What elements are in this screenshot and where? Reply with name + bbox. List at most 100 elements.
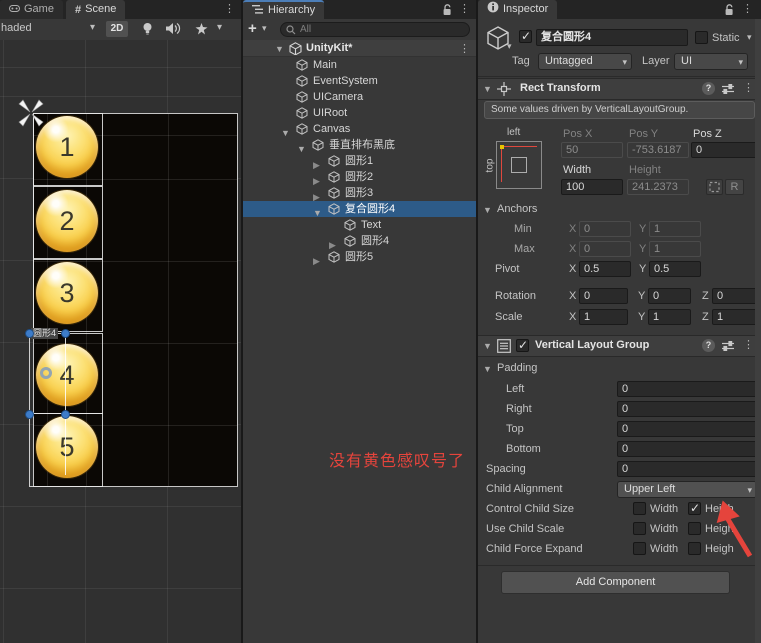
inspector-menu-icon[interactable]: ⋮: [742, 0, 753, 19]
rotation-z-field[interactable]: 0: [712, 288, 757, 304]
gameobject-icon-caret[interactable]: ▾: [507, 41, 512, 52]
vlg-foldout-icon[interactable]: ▼: [483, 341, 492, 351]
hierarchy-item-圆形3[interactable]: ▶ 圆形3: [243, 185, 476, 202]
hierarchy-item-圆形5[interactable]: ▶ 圆形5: [243, 249, 476, 266]
hierarchy-item-圆形1[interactable]: ▶ 圆形1: [243, 153, 476, 170]
anchor-dot[interactable]: [61, 410, 70, 419]
anchor-dot[interactable]: [25, 329, 34, 338]
tag-dropdown[interactable]: Untagged ▾: [538, 53, 632, 70]
rect-transform-foldout-icon[interactable]: ▼: [483, 84, 492, 94]
width-field[interactable]: 100: [561, 179, 623, 195]
tab-inspector[interactable]: Inspector: [478, 0, 558, 19]
inspector-lock-icon[interactable]: [724, 4, 735, 16]
raw-edit-button[interactable]: R: [725, 179, 744, 195]
child-alignment-dropdown[interactable]: Upper Left ▾: [617, 481, 757, 498]
effects-icon[interactable]: [194, 22, 209, 36]
rotation-x-field[interactable]: 0: [579, 288, 628, 304]
padding-right-field[interactable]: 0: [617, 401, 757, 417]
scale-z-field[interactable]: 1: [712, 309, 757, 325]
padding-bottom-field[interactable]: 0: [617, 441, 757, 457]
scene-viewport[interactable]: 1 2 3 4 5 圆形4: [0, 40, 241, 643]
width-checkbox[interactable]: [633, 502, 646, 515]
padding-foldout-icon[interactable]: ▼: [483, 364, 492, 374]
padding-left-field[interactable]: 0: [617, 381, 757, 397]
rect-transform-menu-icon[interactable]: ⋮: [743, 79, 754, 98]
rotation-label: Rotation: [495, 290, 536, 302]
vlg-menu-icon[interactable]: ⋮: [743, 336, 754, 355]
static-checkbox[interactable]: [695, 31, 708, 44]
height-field: 241.2373: [627, 179, 689, 195]
hierarchy-item-垂直排布黑底[interactable]: ▼ 垂直排布黑底: [243, 137, 476, 154]
height-checkbox[interactable]: [688, 542, 701, 555]
pivot-handle[interactable]: [40, 367, 52, 379]
hierarchy-item-Text[interactable]: Text: [243, 217, 476, 233]
effects-caret-icon[interactable]: ▾: [217, 22, 222, 33]
hierarchy-item-Canvas[interactable]: ▼ Canvas: [243, 121, 476, 138]
hierarchy-item-UICamera[interactable]: UICamera: [243, 89, 476, 105]
height-checkbox[interactable]: [688, 522, 701, 535]
scale-y-field[interactable]: 1: [648, 309, 691, 325]
blueprint-mode-button[interactable]: [706, 179, 723, 195]
tab-game-label: Game: [24, 3, 54, 15]
static-caret-icon[interactable]: ▾: [747, 32, 752, 43]
anchors-foldout-icon[interactable]: ▼: [483, 205, 492, 215]
search-input[interactable]: All: [280, 22, 470, 37]
anchor-gizmo-icon[interactable]: [17, 99, 45, 127]
active-checkbox[interactable]: [519, 29, 532, 43]
help-icon[interactable]: ?: [702, 82, 715, 95]
create-button[interactable]: +: [248, 20, 257, 37]
vlg-help-icon[interactable]: ?: [702, 339, 715, 352]
scale-x-field[interactable]: 1: [579, 309, 628, 325]
hierarchy-item-EventSystem[interactable]: EventSystem: [243, 73, 476, 89]
presets-icon[interactable]: [722, 84, 734, 94]
root-foldout-icon[interactable]: ▼: [275, 44, 284, 54]
pivot-y-field[interactable]: 0.5: [649, 261, 701, 277]
hierarchy-item-Main[interactable]: Main: [243, 57, 476, 73]
foldout-closed-icon[interactable]: ▶: [313, 253, 320, 269]
anchor-dot[interactable]: [25, 410, 34, 419]
hierarchy-tabbar: Hierarchy ⋮: [243, 0, 476, 19]
vlg-header[interactable]: ▼ Vertical Layout Group ? ⋮: [478, 335, 761, 357]
tab-game[interactable]: Game: [0, 0, 63, 19]
scene-grid-icon: #: [75, 4, 82, 16]
anchor-dot[interactable]: [61, 329, 70, 338]
gameobject-cube-icon: [328, 251, 340, 263]
shading-caret-icon[interactable]: ▾: [90, 22, 95, 33]
hierarchy-item-UIRoot[interactable]: UIRoot: [243, 105, 476, 121]
hierarchy-item-圆形4[interactable]: ▶ 圆形4: [243, 233, 476, 250]
vlg-enabled-checkbox[interactable]: [516, 338, 529, 352]
circle-5[interactable]: 5: [36, 416, 98, 478]
layer-dropdown[interactable]: UI ▾: [674, 53, 748, 70]
audio-icon[interactable]: [165, 22, 181, 35]
pos-z-field[interactable]: 0: [691, 142, 757, 158]
circle-1[interactable]: 1: [36, 116, 98, 178]
circle-2[interactable]: 2: [36, 190, 98, 252]
name-field[interactable]: 复合圆形4: [536, 29, 688, 46]
pivot-x-field[interactable]: 0.5: [579, 261, 631, 277]
height-checkbox[interactable]: [688, 501, 701, 515]
lighting-icon[interactable]: [141, 22, 154, 36]
hierarchy-item-复合圆形4[interactable]: ▼ 复合圆形4: [243, 201, 476, 218]
scene-menu-icon[interactable]: ⋮: [224, 0, 235, 19]
create-caret-icon[interactable]: ▾: [262, 23, 267, 34]
add-component-button[interactable]: Add Component: [501, 571, 730, 594]
hierarchy-item-圆形2[interactable]: ▶ 圆形2: [243, 169, 476, 186]
toggle-2d-button[interactable]: 2D: [106, 21, 128, 37]
rect-transform-header[interactable]: ▼ Rect Transform ? ⋮: [478, 78, 761, 100]
vlg-presets-icon[interactable]: [722, 341, 734, 351]
width-checkbox[interactable]: [633, 542, 646, 555]
tab-scene[interactable]: # Scene: [66, 0, 126, 19]
hierarchy-lock-icon[interactable]: [442, 4, 453, 16]
shading-dropdown[interactable]: haded: [1, 22, 32, 34]
width-checkbox[interactable]: [633, 522, 646, 535]
tab-hierarchy[interactable]: Hierarchy: [243, 0, 325, 19]
spacing-field[interactable]: 0: [617, 461, 757, 477]
game-icon: [9, 4, 20, 13]
circle-3[interactable]: 3: [36, 262, 98, 324]
scale-y-prefix: Y: [638, 311, 646, 323]
rotation-y-field[interactable]: 0: [648, 288, 691, 304]
anchor-preset-button[interactable]: [496, 141, 542, 189]
scene-root-row[interactable]: ▼ UnityKit* ⋮: [243, 40, 476, 57]
hierarchy-menu-icon[interactable]: ⋮: [459, 0, 470, 19]
padding-top-field[interactable]: 0: [617, 421, 757, 437]
